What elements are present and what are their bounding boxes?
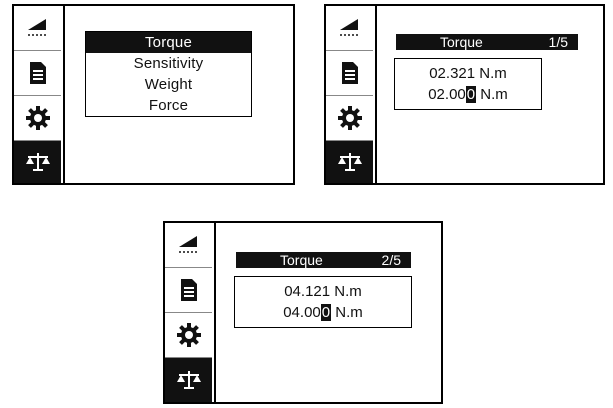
gear-icon: [25, 106, 50, 130]
sidebar-button-scale[interactable]: [14, 141, 61, 183]
sidebar-button-settings[interactable]: [326, 96, 373, 141]
menu-item-sensitivity[interactable]: Sensitivity: [86, 53, 251, 74]
sidebar-button-document[interactable]: [14, 51, 61, 96]
value-box: 02.321 N.m 02.000 N.m: [394, 58, 542, 110]
device-screen-menu: Torque Sensitivity Weight Force: [12, 4, 295, 185]
sidebar-button-angle[interactable]: [165, 223, 212, 268]
sidebar: [14, 6, 65, 183]
angle-ruler-icon: [339, 19, 360, 36]
menu-item-torque[interactable]: Torque: [86, 32, 251, 53]
set-value-line[interactable]: 02.000 N.m: [395, 86, 541, 103]
unit-label: N.m: [334, 283, 362, 300]
menu-item-force[interactable]: Force: [86, 95, 251, 116]
sidebar: [326, 6, 377, 183]
sidebar: [165, 223, 216, 402]
edit-cursor[interactable]: 0: [465, 86, 477, 103]
device-screen-torque-2: Torque 2/5 04.121 N.m 04.000 N.m: [163, 221, 443, 404]
sidebar-button-angle[interactable]: [326, 6, 373, 51]
measured-value: 04.121: [284, 283, 331, 300]
measured-value-line: 04.121 N.m: [235, 283, 411, 300]
balance-scale-icon: [176, 371, 201, 389]
sidebar-button-angle[interactable]: [14, 6, 61, 51]
unit-label: N.m: [335, 304, 363, 321]
document-icon: [180, 279, 197, 301]
value-box: 04.121 N.m 04.000 N.m: [234, 276, 412, 328]
sidebar-button-scale[interactable]: [165, 358, 212, 402]
page-title: Torque: [280, 252, 323, 268]
title-bar: Torque 2/5: [236, 252, 411, 268]
page-title: Torque: [440, 34, 483, 50]
menu-item-weight[interactable]: Weight: [86, 74, 251, 95]
sidebar-button-scale[interactable]: [326, 141, 373, 183]
set-value-line[interactable]: 04.000 N.m: [235, 304, 411, 321]
measured-value-line: 02.321 N.m: [395, 65, 541, 82]
sidebar-button-settings[interactable]: [165, 313, 212, 358]
angle-ruler-icon: [178, 236, 199, 253]
gear-icon: [176, 323, 201, 347]
balance-scale-icon: [25, 153, 50, 171]
document-icon: [341, 62, 358, 84]
title-bar: Torque 1/5: [396, 34, 578, 50]
document-icon: [29, 62, 46, 84]
sidebar-button-settings[interactable]: [14, 96, 61, 141]
device-screen-torque-1: Torque 1/5 02.321 N.m 02.000 N.m: [324, 4, 605, 185]
set-value: 04.00: [283, 304, 321, 321]
balance-scale-icon: [337, 153, 362, 171]
edit-cursor[interactable]: 0: [320, 304, 332, 321]
measured-value: 02.321: [429, 65, 476, 82]
angle-ruler-icon: [27, 19, 48, 36]
page-indicator: 1/5: [548, 34, 568, 50]
gear-icon: [337, 106, 362, 130]
unit-label: N.m: [480, 86, 508, 103]
page-indicator: 2/5: [381, 252, 401, 268]
measurement-menu: Torque Sensitivity Weight Force: [85, 31, 252, 117]
sidebar-button-document[interactable]: [165, 268, 212, 313]
sidebar-button-document[interactable]: [326, 51, 373, 96]
set-value: 02.00: [428, 86, 466, 103]
unit-label: N.m: [479, 65, 507, 82]
